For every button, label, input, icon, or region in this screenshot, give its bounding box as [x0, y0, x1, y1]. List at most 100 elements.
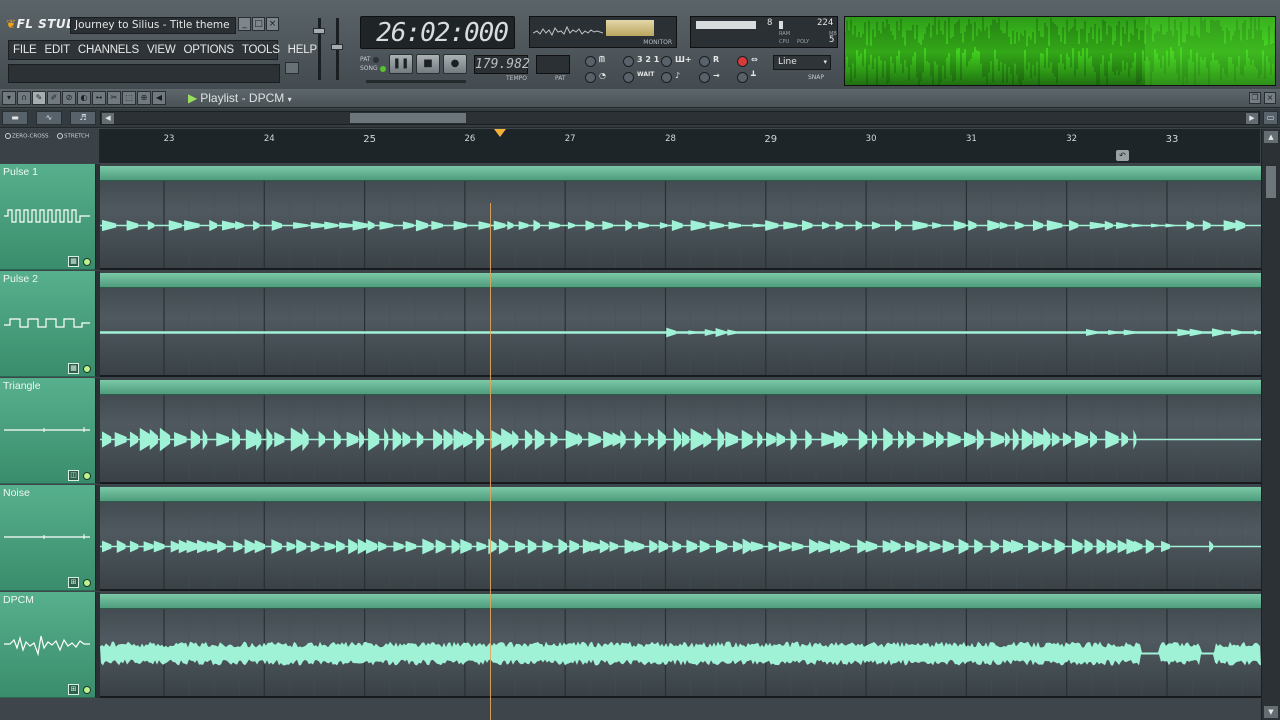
menu-edit[interactable]: EDIT	[41, 41, 74, 59]
audio-clip-header[interactable]	[100, 380, 1261, 395]
playlist-close-button[interactable]: ×	[1264, 92, 1276, 104]
menu-file[interactable]: FILE	[9, 41, 41, 59]
scroll-left-icon[interactable]: ◀	[102, 113, 114, 124]
stop-button[interactable]: ■	[416, 54, 440, 74]
track-header[interactable]: Noise ⊞	[0, 485, 96, 591]
track-mute-led[interactable]	[83, 365, 91, 373]
zoom-icon[interactable]: ⊕	[137, 91, 151, 105]
loop-button[interactable]	[661, 72, 672, 83]
tempo-display[interactable]: 179.982	[474, 55, 530, 74]
snap-select[interactable]: Line ▾	[773, 55, 831, 70]
vertical-scroll-thumb[interactable]	[1265, 165, 1277, 199]
track-type-button[interactable]: ⊞	[68, 577, 79, 588]
audio-clip-header[interactable]	[100, 273, 1261, 288]
pat-song-switch[interactable]: PAT SONG	[360, 55, 386, 73]
track-header[interactable]: Pulse 2 ▦	[0, 271, 96, 377]
track-lane[interactable]	[100, 164, 1261, 270]
record-button[interactable]: ●	[443, 54, 467, 74]
menu-arrow-icon[interactable]: ▾	[2, 91, 16, 105]
track-type-button[interactable]: ▦	[68, 256, 79, 267]
waveform	[100, 219, 1261, 232]
pattern-tab[interactable]: ▬	[2, 111, 28, 125]
song-title-field[interactable]: Journey to Silius - Title theme	[70, 17, 236, 34]
audio-tab[interactable]: ♬	[70, 111, 96, 125]
scroll-right-icon[interactable]: ▶	[1246, 113, 1258, 124]
timeline-ruler[interactable]: ↶ 23 24 25 26 27 28 29 30 31 32 33	[100, 129, 1260, 163]
track-mute-led[interactable]	[83, 686, 91, 694]
blend-button[interactable]	[585, 72, 596, 83]
stretch-option[interactable]: STRETCH	[57, 133, 89, 140]
close-button[interactable]: ×	[266, 17, 279, 31]
menu-tools[interactable]: TOOLS	[238, 41, 284, 59]
audio-clip-header[interactable]	[100, 594, 1261, 609]
maximize-button[interactable]: □	[252, 17, 265, 31]
track-name: DPCM	[3, 594, 34, 606]
pattern-selector[interactable]	[536, 55, 570, 74]
mute-icon[interactable]: ◐	[77, 91, 91, 105]
menu-view[interactable]: VIEW	[143, 41, 180, 59]
minimize-button[interactable]: _	[238, 17, 251, 31]
snap-value: Line	[778, 57, 797, 67]
playlist-track: Pulse 1 ▦	[0, 164, 1261, 270]
monitor-label: MONITOR	[643, 39, 672, 46]
step-button[interactable]	[661, 56, 672, 67]
track-lane[interactable]	[100, 378, 1261, 484]
quick-toolbar: ᗰ 3 2 1 Ш+ R ⇔ ◔ WAIT ♪ → ┻	[581, 52, 767, 86]
slip-icon[interactable]: ↔	[92, 91, 106, 105]
play-icon[interactable]: ◀	[152, 91, 166, 105]
audio-clip-header[interactable]	[100, 487, 1261, 502]
master-volume-slider[interactable]	[313, 28, 325, 34]
play-arrow-icon: ▶	[188, 91, 198, 105]
track-mute-led[interactable]	[83, 472, 91, 480]
horizontal-scrollbar[interactable]: ◀ ▶	[100, 111, 1260, 125]
record-icon: ●	[450, 58, 460, 69]
song-position-slider[interactable]	[366, 80, 466, 83]
track-header[interactable]: Triangle ◫	[0, 378, 96, 484]
track-header[interactable]: Pulse 1 ▦	[0, 164, 96, 270]
recording-mode-button[interactable]	[699, 56, 710, 67]
pause-button[interactable]: ❚❚	[389, 54, 413, 74]
automation-tab[interactable]: ∿	[36, 111, 62, 125]
track-lane[interactable]	[100, 271, 1261, 377]
track-lane[interactable]	[100, 592, 1261, 698]
bar-number: 27	[564, 134, 576, 144]
song-time-display[interactable]: 26:02:000	[360, 16, 515, 49]
menu-channels[interactable]: CHANNELS	[74, 41, 143, 59]
loop-marker-icon[interactable]: ↶	[1116, 150, 1129, 161]
wait-button[interactable]	[623, 72, 634, 83]
horizontal-scroll-thumb[interactable]	[349, 112, 467, 124]
arrow-button[interactable]	[699, 72, 710, 83]
delete-icon[interactable]: ⊘	[62, 91, 76, 105]
track-type-button[interactable]: ▦	[68, 363, 79, 374]
mixer-button[interactable]	[737, 72, 748, 83]
scroll-up-icon[interactable]: ▲	[1264, 131, 1278, 143]
track-mute-led[interactable]	[83, 579, 91, 587]
zero-cross-option[interactable]: ZERO-CROSS	[5, 133, 49, 140]
countdown-label: 3 2 1	[637, 55, 660, 64]
keyboard-icon[interactable]	[285, 62, 299, 74]
playhead-marker-icon[interactable]	[493, 129, 506, 137]
track-lane[interactable]	[100, 485, 1261, 591]
slice-icon[interactable]: ✂	[107, 91, 121, 105]
brush-icon[interactable]: ✐	[47, 91, 61, 105]
magnet-icon[interactable]: ∩	[17, 91, 31, 105]
track-header[interactable]: DPCM ⊞	[0, 592, 96, 698]
track-type-button[interactable]: ◫	[68, 470, 79, 481]
scroll-down-icon[interactable]: ▼	[1264, 706, 1278, 718]
bar-number: 28	[665, 134, 676, 144]
record-toggle-button[interactable]	[737, 56, 748, 67]
detach-button[interactable]: ❐	[1249, 92, 1261, 104]
vertical-scrollbar[interactable]: ▲ ▼	[1261, 129, 1280, 720]
track-mute-led[interactable]	[83, 258, 91, 266]
playlist-window: ▾ ∩ ✎ ✐ ⊘ ◐ ↔ ✂ ⬚ ⊕ ◀ ▶ Playlist - DPCM ▾…	[0, 89, 1280, 720]
countdown-button[interactable]	[623, 56, 634, 67]
options-icon[interactable]: ▭	[1263, 111, 1278, 125]
playlist-title[interactable]: ▶ Playlist - DPCM ▾	[188, 90, 292, 108]
pencil-icon[interactable]: ✎	[32, 91, 46, 105]
metronome-button[interactable]	[585, 56, 596, 67]
audio-clip-header[interactable]	[100, 166, 1261, 181]
menu-options[interactable]: OPTIONS	[180, 41, 238, 59]
master-pitch-slider[interactable]	[331, 44, 343, 50]
select-icon[interactable]: ⬚	[122, 91, 136, 105]
track-type-button[interactable]: ⊞	[68, 684, 79, 695]
